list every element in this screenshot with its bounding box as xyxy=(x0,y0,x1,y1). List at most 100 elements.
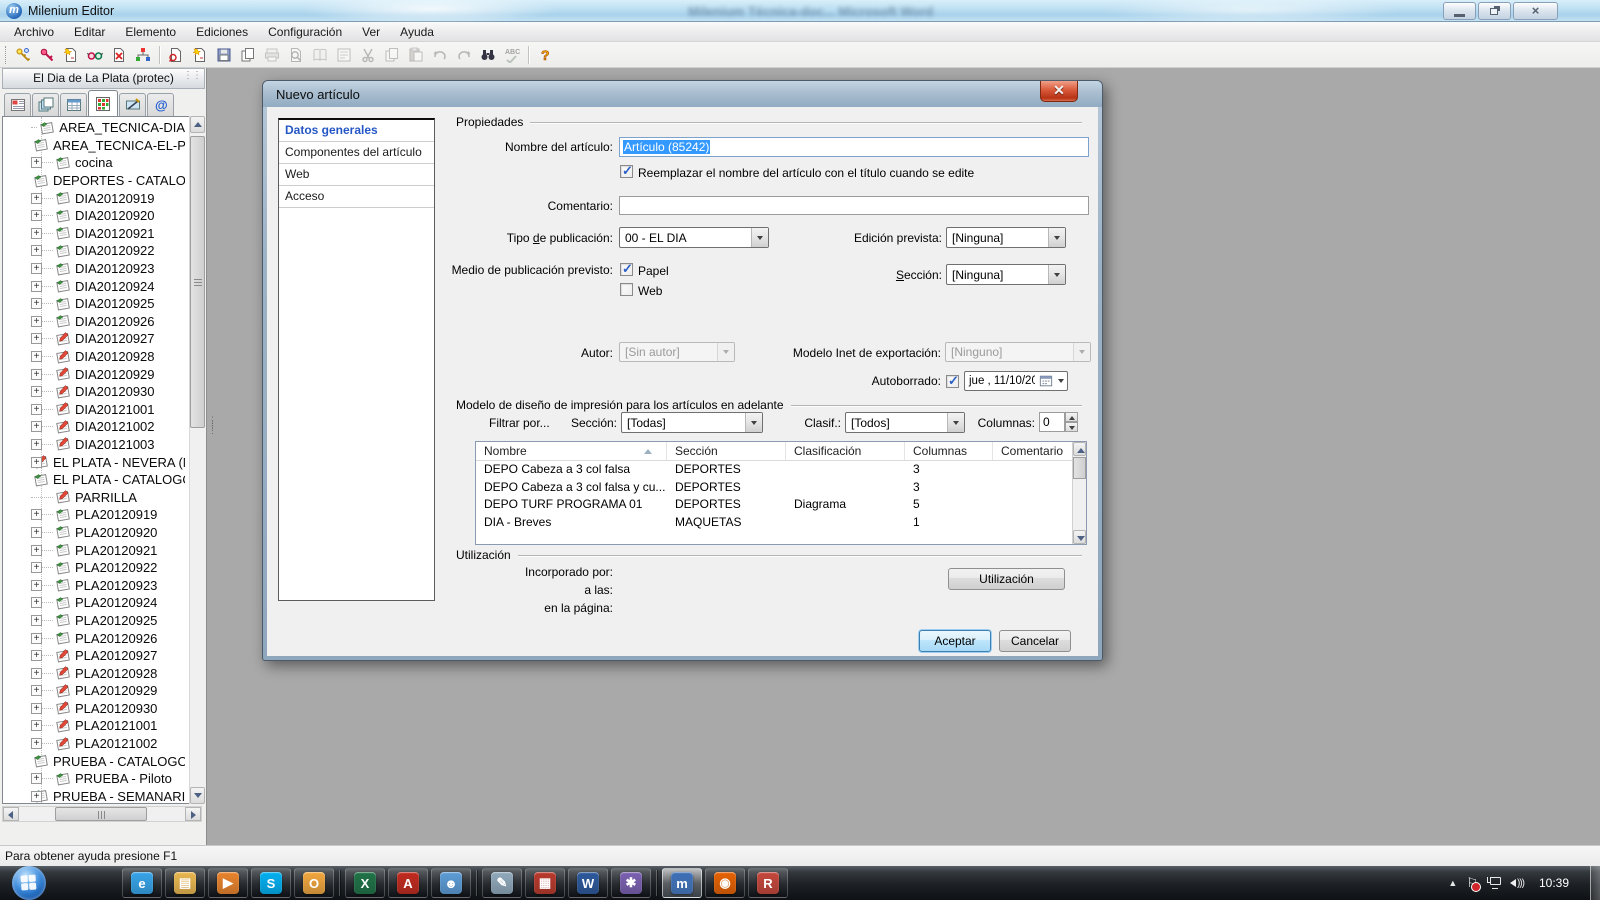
start-button[interactable] xyxy=(12,866,46,900)
acrobat-icon[interactable]: A xyxy=(388,868,428,898)
menu-item-ver[interactable]: Ver xyxy=(352,23,390,41)
excel-icon[interactable]: X xyxy=(345,868,385,898)
tree-item[interactable]: +DIA20120921 xyxy=(3,225,185,243)
panel-header[interactable]: El Dia de La Plata (protec) ⋮⋮ xyxy=(2,68,205,89)
tree-expander-icon[interactable]: + xyxy=(31,527,42,538)
tipo-publicacion-select[interactable]: 00 - EL DIA xyxy=(619,227,769,248)
new-element-icon[interactable] xyxy=(59,44,83,66)
tree-expander-icon[interactable]: + xyxy=(31,281,42,292)
tree-expander-icon[interactable]: + xyxy=(31,386,42,397)
news-tab[interactable] xyxy=(4,93,31,116)
volume-icon[interactable]: ))) xyxy=(1510,878,1524,889)
tree-expander-icon[interactable]: + xyxy=(31,157,42,168)
columnas-input[interactable]: 0 xyxy=(1039,412,1065,432)
panel-splitter[interactable]: ⋮⋮⋮ xyxy=(208,418,214,458)
menu-item-ayuda[interactable]: Ayuda xyxy=(390,23,444,41)
autoborrado-date-picker[interactable]: jue , 11/10/2012 xyxy=(964,371,1068,391)
tree-expander-icon[interactable]: + xyxy=(31,545,42,556)
tree-item[interactable]: +DIA20120922 xyxy=(3,242,185,260)
tree-item[interactable]: +DIA20121002 xyxy=(3,418,185,436)
scroll-thumb[interactable] xyxy=(1073,457,1086,479)
action-center-icon[interactable]: ⚐ xyxy=(1466,875,1478,891)
table-col-header[interactable]: Columnas xyxy=(905,442,993,460)
tree-item[interactable]: DEPORTES - CATALOGO xyxy=(3,172,185,190)
tree-item[interactable]: +PLA20121002 xyxy=(3,735,185,753)
scroll-right-button[interactable] xyxy=(185,807,201,821)
scroll-down-button[interactable] xyxy=(190,787,205,804)
seccion-select[interactable]: [Ninguna] xyxy=(946,264,1066,285)
tree-item[interactable]: +DIA20120928 xyxy=(3,348,185,366)
tree-expander-icon[interactable]: + xyxy=(31,562,42,573)
dropdown-arrow-icon[interactable] xyxy=(1048,265,1065,284)
tree-expander-icon[interactable]: + xyxy=(31,773,42,784)
menu-item-ediciones[interactable]: Ediciones xyxy=(186,23,258,41)
mail-tab[interactable]: @ xyxy=(147,93,174,116)
cancelar-button[interactable]: Cancelar xyxy=(999,630,1071,652)
menu-item-elemento[interactable]: Elemento xyxy=(115,23,186,41)
show-desktop-button[interactable] xyxy=(1590,866,1600,900)
tree-expander-icon[interactable]: + xyxy=(31,633,42,644)
tree-expander-icon[interactable]: + xyxy=(31,245,42,256)
tree-expander-icon[interactable]: + xyxy=(31,597,42,608)
dialog-close-button[interactable]: ✕ xyxy=(1040,81,1078,102)
tree-horizontal-scrollbar[interactable] xyxy=(2,806,202,822)
grid-tab[interactable] xyxy=(88,90,118,116)
dialog-nav-item[interactable]: Datos generales xyxy=(279,120,434,142)
tree-expander-icon[interactable]: + xyxy=(31,457,42,468)
visual-studio-icon[interactable]: ✱ xyxy=(611,868,651,898)
new-doc-icon[interactable] xyxy=(188,44,212,66)
dialog-nav-item[interactable]: Componentes del artículo xyxy=(279,142,434,164)
tree-expander-icon[interactable]: + xyxy=(31,650,42,661)
tree-item[interactable]: +DIA20120924 xyxy=(3,277,185,295)
scroll-thumb[interactable] xyxy=(190,136,205,428)
tree-item[interactable]: PARRILLA xyxy=(3,488,185,506)
tree-expander-icon[interactable]: + xyxy=(31,316,42,327)
tree-item[interactable]: +PLA20120927 xyxy=(3,647,185,665)
tree-item[interactable]: +PLA20120925 xyxy=(3,612,185,630)
tree-item[interactable]: +PLA20120926 xyxy=(3,629,185,647)
tree-expander-icon[interactable]: + xyxy=(31,193,42,204)
tree-item[interactable]: +PLA20120922 xyxy=(3,559,185,577)
aceptar-button[interactable]: Aceptar xyxy=(919,630,991,652)
table-tab[interactable] xyxy=(60,93,87,116)
tree-expander-icon[interactable]: + xyxy=(31,615,42,626)
key-red-icon[interactable] xyxy=(35,44,59,66)
table-col-header[interactable]: Nombre xyxy=(476,442,667,460)
columnas-spinner[interactable] xyxy=(1065,412,1078,432)
media-player-icon[interactable]: ▶ xyxy=(208,868,248,898)
tree-item[interactable]: +PLA20120919 xyxy=(3,506,185,524)
spinner-up-button[interactable] xyxy=(1065,412,1078,422)
clock[interactable]: 10:39 xyxy=(1533,876,1575,890)
glasses-icon[interactable] xyxy=(83,44,107,66)
dialog-nav-item[interactable]: Web xyxy=(279,164,434,186)
table-row[interactable]: DEPO Cabeza a 3 col falsa y cu...DEPORTE… xyxy=(476,479,1086,497)
pages-tab[interactable] xyxy=(32,93,59,116)
papel-checkbox[interactable]: ✓ xyxy=(620,263,633,276)
tree-item[interactable]: +PLA20120930 xyxy=(3,700,185,718)
tree-expander-icon[interactable]: + xyxy=(31,668,42,679)
hierarchy-icon[interactable] xyxy=(131,44,155,66)
firefox-icon[interactable]: ◉ xyxy=(705,868,745,898)
table-col-header[interactable]: Sección xyxy=(667,442,786,460)
tree-expander-icon[interactable]: + xyxy=(31,404,42,415)
close-button[interactable]: × xyxy=(1513,2,1558,20)
tree-item[interactable]: +DIA20121001 xyxy=(3,401,185,419)
dialog-nav-item[interactable]: Acceso xyxy=(279,186,434,208)
comentario-input[interactable] xyxy=(619,196,1089,215)
table-row[interactable]: DEPO Cabeza a 3 col falsaDEPORTES3 xyxy=(476,461,1086,479)
network-icon[interactable] xyxy=(1487,877,1501,889)
dropdown-arrow-icon[interactable] xyxy=(751,228,768,247)
table-col-header[interactable]: Clasificación xyxy=(786,442,905,460)
tree-expander-icon[interactable]: + xyxy=(31,333,42,344)
save-all-icon[interactable] xyxy=(236,44,260,66)
delete-element-icon[interactable] xyxy=(107,44,131,66)
tree-item[interactable]: +DIA20120927 xyxy=(3,330,185,348)
tree-item[interactable]: +PLA20120923 xyxy=(3,576,185,594)
tree-item[interactable]: +DIA20120926 xyxy=(3,313,185,331)
tree-item[interactable]: +DIA20120925 xyxy=(3,295,185,313)
menu-item-archivo[interactable]: Archivo xyxy=(4,23,64,41)
table-scrollbar[interactable] xyxy=(1072,442,1086,544)
outlook-icon[interactable]: O xyxy=(294,868,334,898)
dialog-titlebar[interactable]: Nuevo artículo ✕ xyxy=(263,81,1102,107)
tree-item[interactable]: +DIA20120930 xyxy=(3,383,185,401)
